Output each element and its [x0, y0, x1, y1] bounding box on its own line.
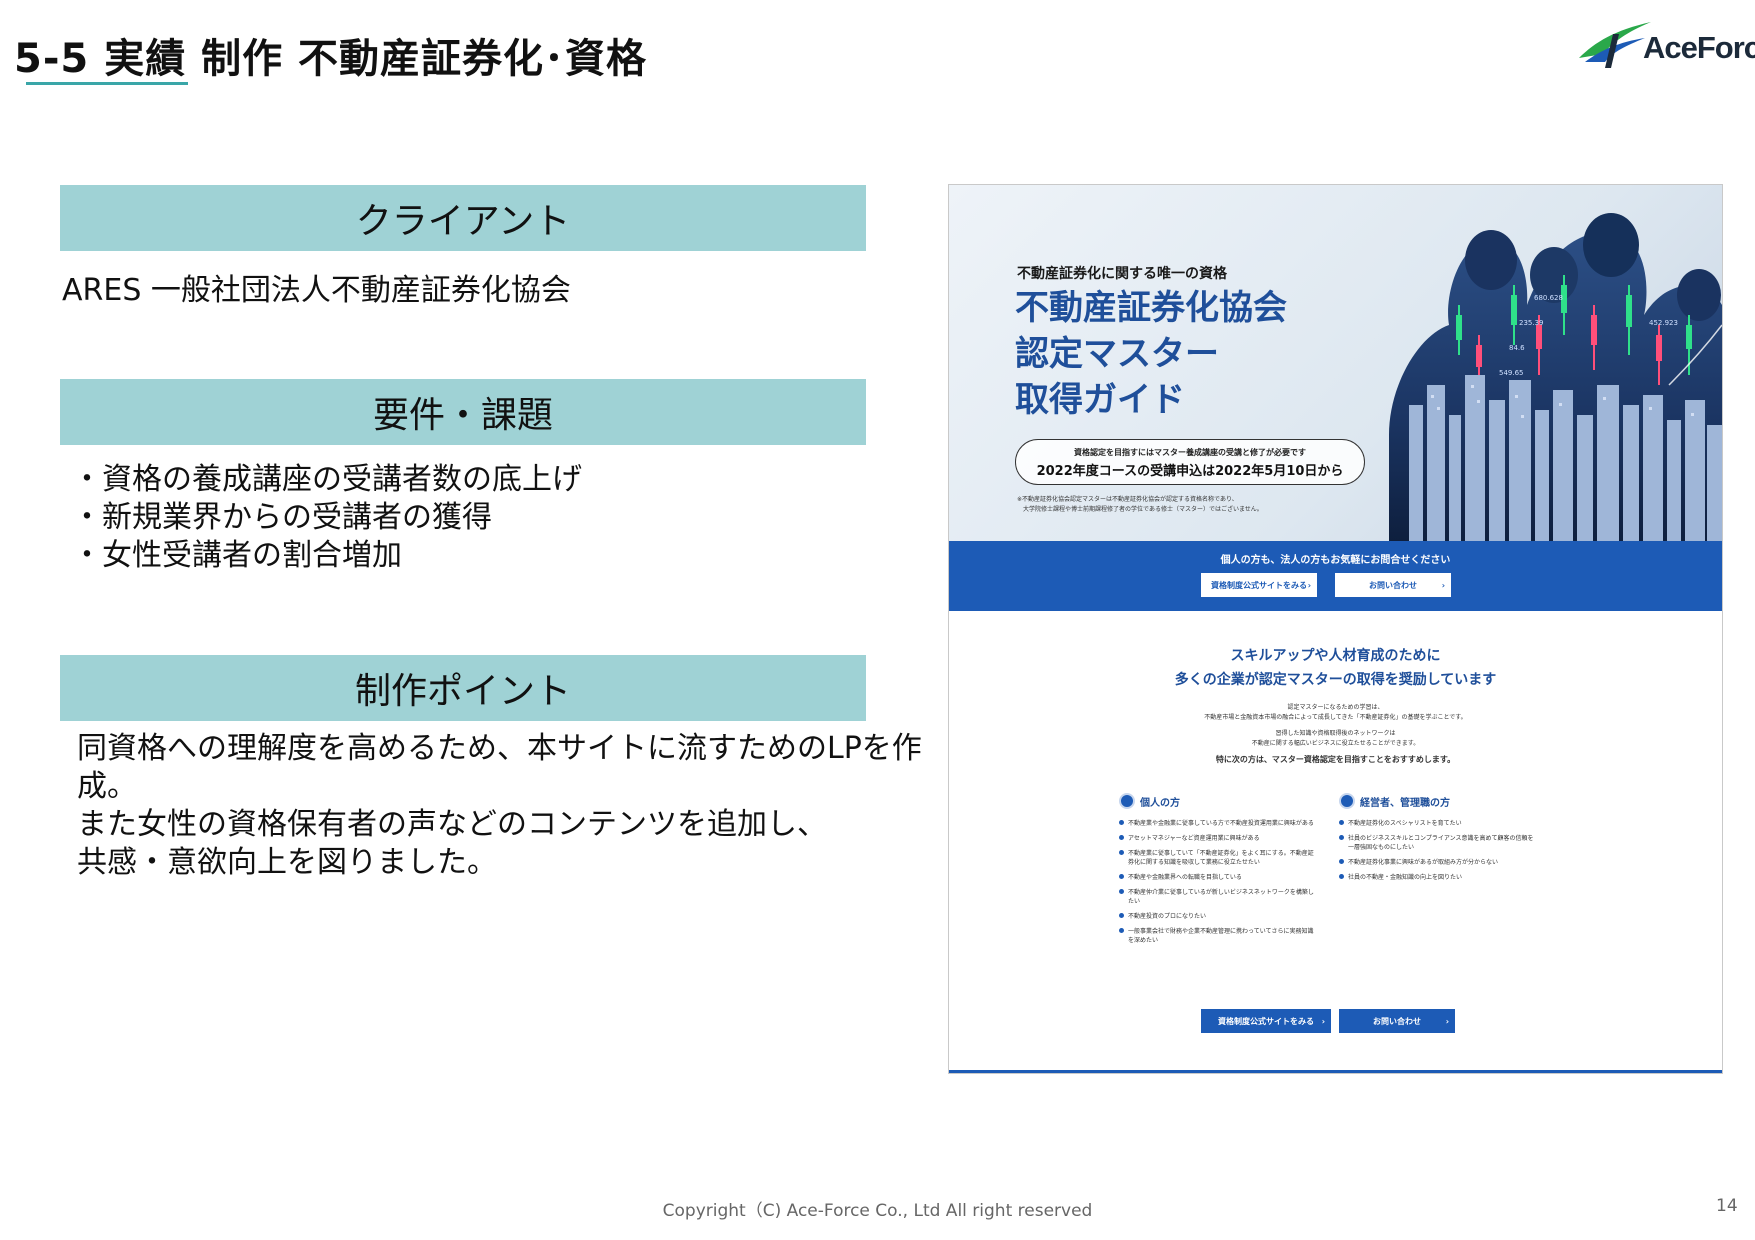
- list-item: 不動産業に従事していて「不動産証券化」をよく耳にする。不動産証券化に関する知識を…: [1119, 849, 1319, 867]
- chevron-right-icon: ›: [1445, 1016, 1449, 1026]
- lp-pill-big: 2022年度コースの受講申込は2022年5月10日から: [1036, 464, 1344, 479]
- points-line: 同資格への理解度を高めるため、本サイトに流すためのLPを作: [77, 731, 922, 766]
- page-title: 5-5 実績 制作 不動産証券化･資格: [14, 36, 648, 82]
- lp-bottom-line: [949, 1070, 1722, 1073]
- chevron-right-icon: ›: [1321, 1016, 1325, 1026]
- list-item: 不動産や金融業界への転職を目指している: [1119, 873, 1319, 882]
- requirements-line: ・女性受講者の割合増加: [72, 538, 402, 573]
- lp-screenshot: 680.628 235.39 452.923 84.6 549.65 不動産証券…: [948, 184, 1723, 1074]
- list-item: 社員のビジネススキルとコンプライアンス意識を高めて顧客の信頼を一層強固なものにし…: [1339, 834, 1539, 852]
- lp-list-manager: 不動産証券化のスペシャリストを育てたい 社員のビジネススキルとコンプライアンス意…: [1339, 819, 1539, 888]
- list-item: 不動産業や金融業に従事している方で不動産投資運用業に興味がある: [1119, 819, 1319, 828]
- lp-desc-line: 不動産市場と金融資本市場の融合によって成長してきた「不動産証券化」の基礎を学ぶこ…: [1204, 714, 1467, 721]
- lp-col-head-individual: 個人の方: [1119, 793, 1180, 809]
- person-icon: [1339, 793, 1355, 809]
- lp-contact-button-label: お問い合わせ: [1373, 1016, 1421, 1026]
- person-icon: [1119, 793, 1135, 809]
- lp-site-button-label: 資格制度公式サイトをみる: [1211, 580, 1307, 590]
- section-header-points: 制作ポイント: [60, 655, 866, 721]
- points-line: 成。: [77, 769, 137, 804]
- list-item: 不動産証券化事業に興味があるが取組み方が分からない: [1339, 858, 1539, 867]
- lp-hero: 680.628 235.39 452.923 84.6 549.65 不動産証券…: [949, 185, 1722, 541]
- chevron-right-icon: ›: [1441, 580, 1445, 590]
- requirements-line: ・新規業界からの受講者の獲得: [72, 500, 492, 535]
- lp-site-button[interactable]: 資格制度公式サイトをみる ›: [1201, 573, 1317, 597]
- lp-col-title: 個人の方: [1140, 797, 1180, 809]
- points-body: 同資格への理解度を高めるため、本サイトに流すためのLPを作 成。 また女性の資格…: [77, 730, 922, 882]
- page-number: 14: [1716, 1196, 1738, 1216]
- lp-site-button-bottom[interactable]: 資格制度公式サイトをみる ›: [1201, 1009, 1331, 1033]
- lp-heading-line: 取得ガイド: [1015, 380, 1185, 420]
- lp-note-line: ※不動産証券化協会認定マスターは不動産証券化協会が認定する資格名称であり、: [1017, 496, 1238, 503]
- city-people-image-icon: 680.628 235.39 452.923 84.6 549.65: [1389, 213, 1722, 541]
- ticker-value: 452.923: [1649, 319, 1678, 327]
- list-item: 社員の不動産・金融知識の向上を図りたい: [1339, 873, 1539, 882]
- lp-col-title: 経営者、管理職の方: [1360, 797, 1450, 809]
- list-item: 不動産証券化のスペシャリストを育てたい: [1339, 819, 1539, 828]
- points-line: 共感・意欲向上を図りました。: [77, 845, 497, 880]
- ticker-value: 680.628: [1534, 294, 1563, 302]
- lp-heading: 不動産証券化協会 認定マスター 取得ガイド: [1015, 285, 1287, 423]
- points-line: また女性の資格保有者の声などのコンテンツを追加し、: [77, 807, 827, 842]
- client-line: ARES 一般社団法人不動産証券化協会: [62, 273, 571, 308]
- section-header-requirements: 要件・課題: [60, 379, 866, 445]
- requirements-line: ・資格の養成講座の受講者数の底上げ: [72, 462, 582, 497]
- lp-sub-heading: スキルアップや人材育成のために: [1230, 648, 1441, 664]
- chevron-right-icon: ›: [1307, 580, 1311, 590]
- lp-desc-line: 習得した知識や資格取得後のネットワークは: [1275, 730, 1396, 737]
- ticker-value: 235.39: [1519, 319, 1544, 327]
- lp-desc-line: 不動産に関する幅広いビジネスに役立たせることができます。: [1251, 740, 1420, 747]
- list-item: 不動産投資のプロになりたい: [1119, 912, 1319, 921]
- lp-site-button-label: 資格制度公式サイトをみる: [1218, 1016, 1314, 1026]
- section-header-client: クライアント: [60, 185, 866, 251]
- list-item: アセットマネジャーなど資産運用業に興味がある: [1119, 834, 1319, 843]
- lp-col-head-manager: 経営者、管理職の方: [1339, 793, 1450, 809]
- lp-date-pill: 資格認定を目指すにはマスター養成講座の受講と修了が必要です 2022年度コースの…: [1015, 439, 1365, 485]
- lp-recommend: 特に次の方は、マスター資格認定を目指すことをおすすめします。: [1215, 755, 1456, 764]
- list-item: 不動産仲介業に従事しているが新しいビジネスネットワークを構築したい: [1119, 888, 1319, 906]
- lp-contact-button[interactable]: お問い合わせ ›: [1335, 573, 1451, 597]
- ticker-value: 84.6: [1509, 344, 1525, 352]
- lp-heading-line: 認定マスター: [1015, 334, 1219, 374]
- lp-sub-heading: 多くの企業が認定マスターの取得を奨励しています: [1174, 672, 1497, 688]
- logo-text: AceForce: [1643, 30, 1755, 65]
- list-item: 一般事業会社で財務や企業不動産管理に携わっていてさらに実務知識を深めたい: [1119, 927, 1319, 945]
- lp-kicker: 不動産証券化に関する唯一の資格: [1017, 266, 1227, 282]
- lp-contact-button-bottom[interactable]: お問い合わせ ›: [1339, 1009, 1455, 1033]
- lp-desc-line: 認定マスターになるための学習は、: [1287, 704, 1384, 711]
- lp-note: ※不動産証券化協会認定マスターは不動産証券化協会が認定する資格名称であり、 大学…: [1017, 495, 1437, 515]
- lp-note-line: 大学院修士課程や博士前期課程修了者の学位である修士（マスター）ではございません。: [1023, 506, 1263, 513]
- lp-heading-line: 不動産証券化協会: [1015, 288, 1287, 328]
- lp-list-individual: 不動産業や金融業に従事している方で不動産投資運用業に興味がある アセットマネジャ…: [1119, 819, 1319, 951]
- requirements-body: ・資格の養成講座の受講者数の底上げ ・新規業界からの受講者の獲得 ・女性受講者の…: [72, 461, 582, 575]
- copyright: Copyright（C) Ace-Force Co., Ltd All righ…: [662, 1201, 1093, 1221]
- client-body: ARES 一般社団法人不動産証券化協会: [62, 272, 571, 310]
- lp-contact-button-label: お問い合わせ: [1369, 580, 1417, 590]
- aceforce-logo: AceForce: [1575, 12, 1755, 72]
- title-underline: [26, 82, 188, 85]
- ticker-value: 549.65: [1499, 369, 1524, 377]
- lp-band-text: 個人の方も、法人の方もお気軽にお問合せください: [1220, 555, 1451, 566]
- lp-contact-band: 個人の方も、法人の方もお気軽にお問合せください 資格制度公式サイトをみる › お…: [949, 541, 1722, 611]
- lp-pill-small: 資格認定を目指すにはマスター養成講座の受講と修了が必要です: [1074, 448, 1306, 457]
